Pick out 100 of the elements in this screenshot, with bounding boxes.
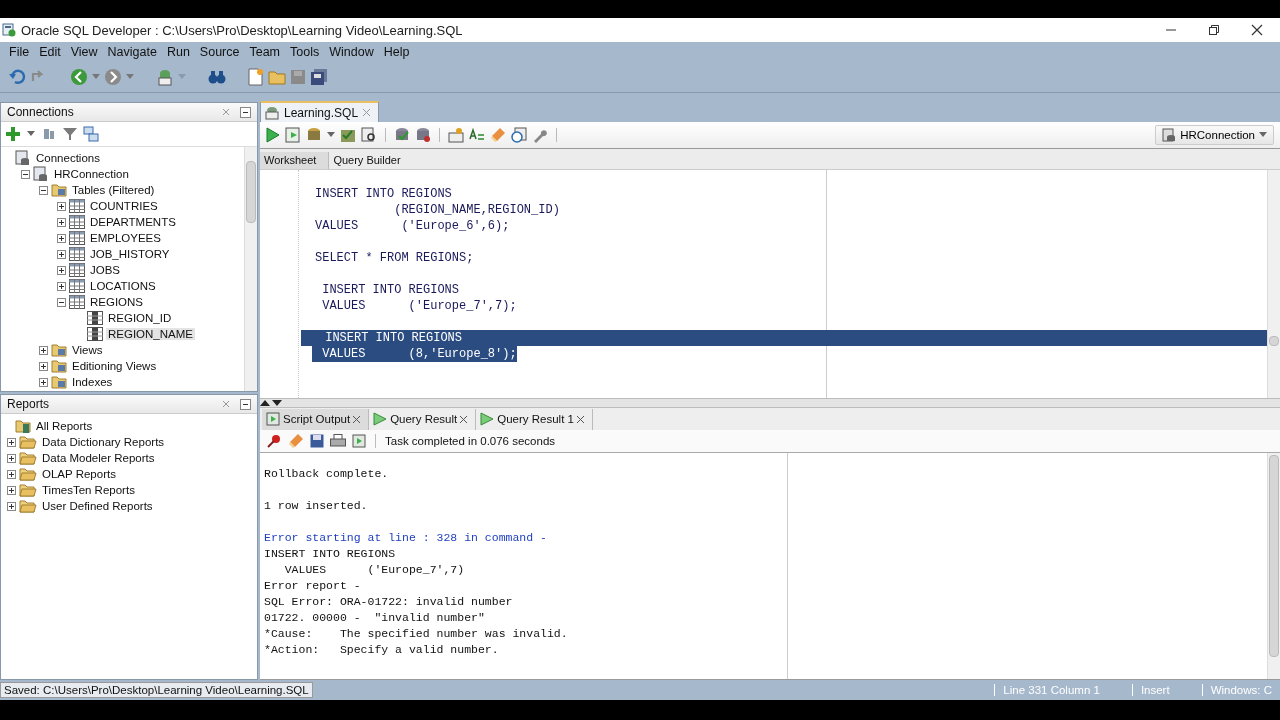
- add-icon[interactable]: [5, 126, 21, 142]
- tree-item[interactable]: LOCATIONS: [88, 280, 158, 292]
- tree-item[interactable]: Editioning Views: [70, 360, 159, 372]
- tree-item[interactable]: HRConnection: [52, 168, 131, 180]
- expander-icon[interactable]: [7, 485, 16, 495]
- code-line: VALUES ('Europe_7',7);: [321, 298, 517, 314]
- menu-item[interactable]: Window: [324, 45, 379, 59]
- worksheet-tab[interactable]: Worksheet: [260, 152, 330, 169]
- output-line: *Action: Specify a valid number.: [264, 642, 500, 658]
- scrollbar[interactable]: [244, 147, 257, 391]
- restore-icon[interactable]: [1208, 24, 1220, 36]
- filter-icon[interactable]: [63, 127, 77, 141]
- back-icon[interactable]: [70, 68, 88, 86]
- menu-item[interactable]: Run: [161, 45, 195, 59]
- tree-item[interactable]: REGION_ID: [106, 312, 174, 324]
- caret-icon[interactable]: [27, 131, 35, 137]
- expander-icon[interactable]: [57, 201, 66, 211]
- schema-icon[interactable]: [83, 126, 99, 142]
- undo-icon[interactable]: [8, 69, 26, 85]
- expander-icon[interactable]: [7, 453, 16, 463]
- tree-item[interactable]: Data Modeler Reports: [40, 452, 157, 464]
- menu-item[interactable]: Team: [244, 45, 286, 59]
- expander-icon[interactable]: [57, 281, 66, 291]
- forward-icon[interactable]: [104, 68, 122, 86]
- database-icon[interactable]: [306, 127, 322, 143]
- caret-icon[interactable]: [327, 132, 335, 138]
- expander-icon[interactable]: [39, 361, 48, 371]
- menu-item[interactable]: Tools: [285, 45, 325, 59]
- database-icon[interactable]: [156, 68, 174, 86]
- menu-item[interactable]: Help: [378, 45, 415, 59]
- tree-item[interactable]: COUNTRIES: [88, 200, 160, 212]
- expander-icon[interactable]: [57, 297, 66, 307]
- tree-item[interactable]: All Reports: [34, 420, 95, 432]
- table-icon: [69, 247, 85, 261]
- menu-item[interactable]: Edit: [34, 45, 66, 59]
- output-line: INSERT INTO REGIONS: [264, 546, 397, 562]
- menu-item[interactable]: Source: [194, 45, 245, 59]
- rollback-icon[interactable]: [415, 127, 431, 143]
- worksheet-tab[interactable]: Query Builder: [329, 152, 413, 169]
- status-field: Line 331 Column 1: [994, 684, 1108, 696]
- table-icon: [69, 231, 85, 245]
- expander-icon[interactable]: [57, 265, 66, 275]
- expander-icon[interactable]: [57, 233, 66, 243]
- code-line: SELECT * FROM REGIONS;: [314, 250, 474, 266]
- tree-item[interactable]: Data Dictionary Reports: [40, 436, 167, 448]
- scrollbar[interactable]: [1267, 170, 1280, 398]
- expander-icon[interactable]: [57, 217, 66, 227]
- binoculars-icon[interactable]: [208, 69, 226, 85]
- menu-item[interactable]: Navigate: [102, 45, 162, 59]
- expander-icon[interactable]: [39, 185, 48, 195]
- run-script-icon[interactable]: [285, 127, 301, 143]
- commit-icon[interactable]: [394, 127, 410, 143]
- new-file-icon[interactable]: [248, 68, 264, 86]
- tree-item[interactable]: EMPLOYEES: [88, 232, 163, 244]
- connection-dropdown[interactable]: HRConnection: [1155, 125, 1274, 145]
- tree-item[interactable]: JOBS: [88, 264, 123, 276]
- expander-icon[interactable]: [7, 469, 16, 479]
- pin-icon[interactable]: [266, 433, 282, 449]
- wrench-icon[interactable]: [532, 127, 548, 143]
- expander-icon[interactable]: [39, 377, 48, 387]
- print-icon[interactable]: [330, 434, 346, 448]
- close-icon[interactable]: [1251, 24, 1263, 36]
- output-tab[interactable]: Script Output: [262, 409, 370, 430]
- tree-item[interactable]: JOB_HISTORY: [88, 248, 172, 260]
- code-line: (REGION_NAME,REGION_ID): [393, 202, 560, 218]
- format-icon[interactable]: [469, 127, 485, 143]
- tree-item[interactable]: TimesTen Reports: [40, 484, 137, 496]
- tree-item[interactable]: DEPARTMENTS: [88, 216, 178, 228]
- explain-icon[interactable]: [361, 127, 377, 143]
- expander-icon[interactable]: [21, 169, 30, 179]
- tree-item[interactable]: Tables (Filtered): [70, 184, 157, 196]
- expander-icon[interactable]: [39, 345, 48, 355]
- editor-tab[interactable]: Learning.SQL: [260, 101, 380, 122]
- tree-item[interactable]: REGION_NAME: [106, 328, 195, 340]
- folder-icon: [51, 342, 67, 358]
- tree-item[interactable]: Views: [70, 344, 105, 356]
- expander-icon[interactable]: [7, 501, 16, 511]
- commit-icon[interactable]: [340, 127, 356, 143]
- save-icon[interactable]: [310, 434, 324, 448]
- tree-item[interactable]: Indexes: [70, 376, 115, 388]
- status-message: Saved: C:\Users\Pro\Desktop\Learning Video\Learning.SQL: [0, 682, 313, 698]
- menu-item[interactable]: View: [65, 45, 103, 59]
- tree-item[interactable]: REGIONS: [88, 296, 146, 308]
- output-line: 01722. 00000 - "invalid number": [264, 610, 486, 626]
- history-icon[interactable]: [511, 127, 527, 143]
- database-icon: [15, 150, 31, 166]
- run-icon[interactable]: [264, 127, 280, 143]
- expander-icon[interactable]: [57, 249, 66, 259]
- tree-item[interactable]: OLAP Reports: [40, 468, 118, 480]
- expander-icon[interactable]: [7, 437, 16, 447]
- splitter-arrows-icon[interactable]: [260, 400, 282, 406]
- save-all-icon[interactable]: [310, 68, 328, 86]
- status-field: Insert: [1131, 684, 1178, 696]
- minimize-icon[interactable]: [240, 106, 251, 118]
- scrollbar[interactable]: [1267, 453, 1280, 679]
- tree-item[interactable]: Connections: [34, 152, 102, 164]
- minimize-icon[interactable]: [240, 398, 251, 410]
- code-line: INSERT INTO REGIONS: [321, 282, 460, 298]
- menu-item[interactable]: File: [4, 45, 35, 59]
- tree-item[interactable]: User Defined Reports: [40, 500, 155, 512]
